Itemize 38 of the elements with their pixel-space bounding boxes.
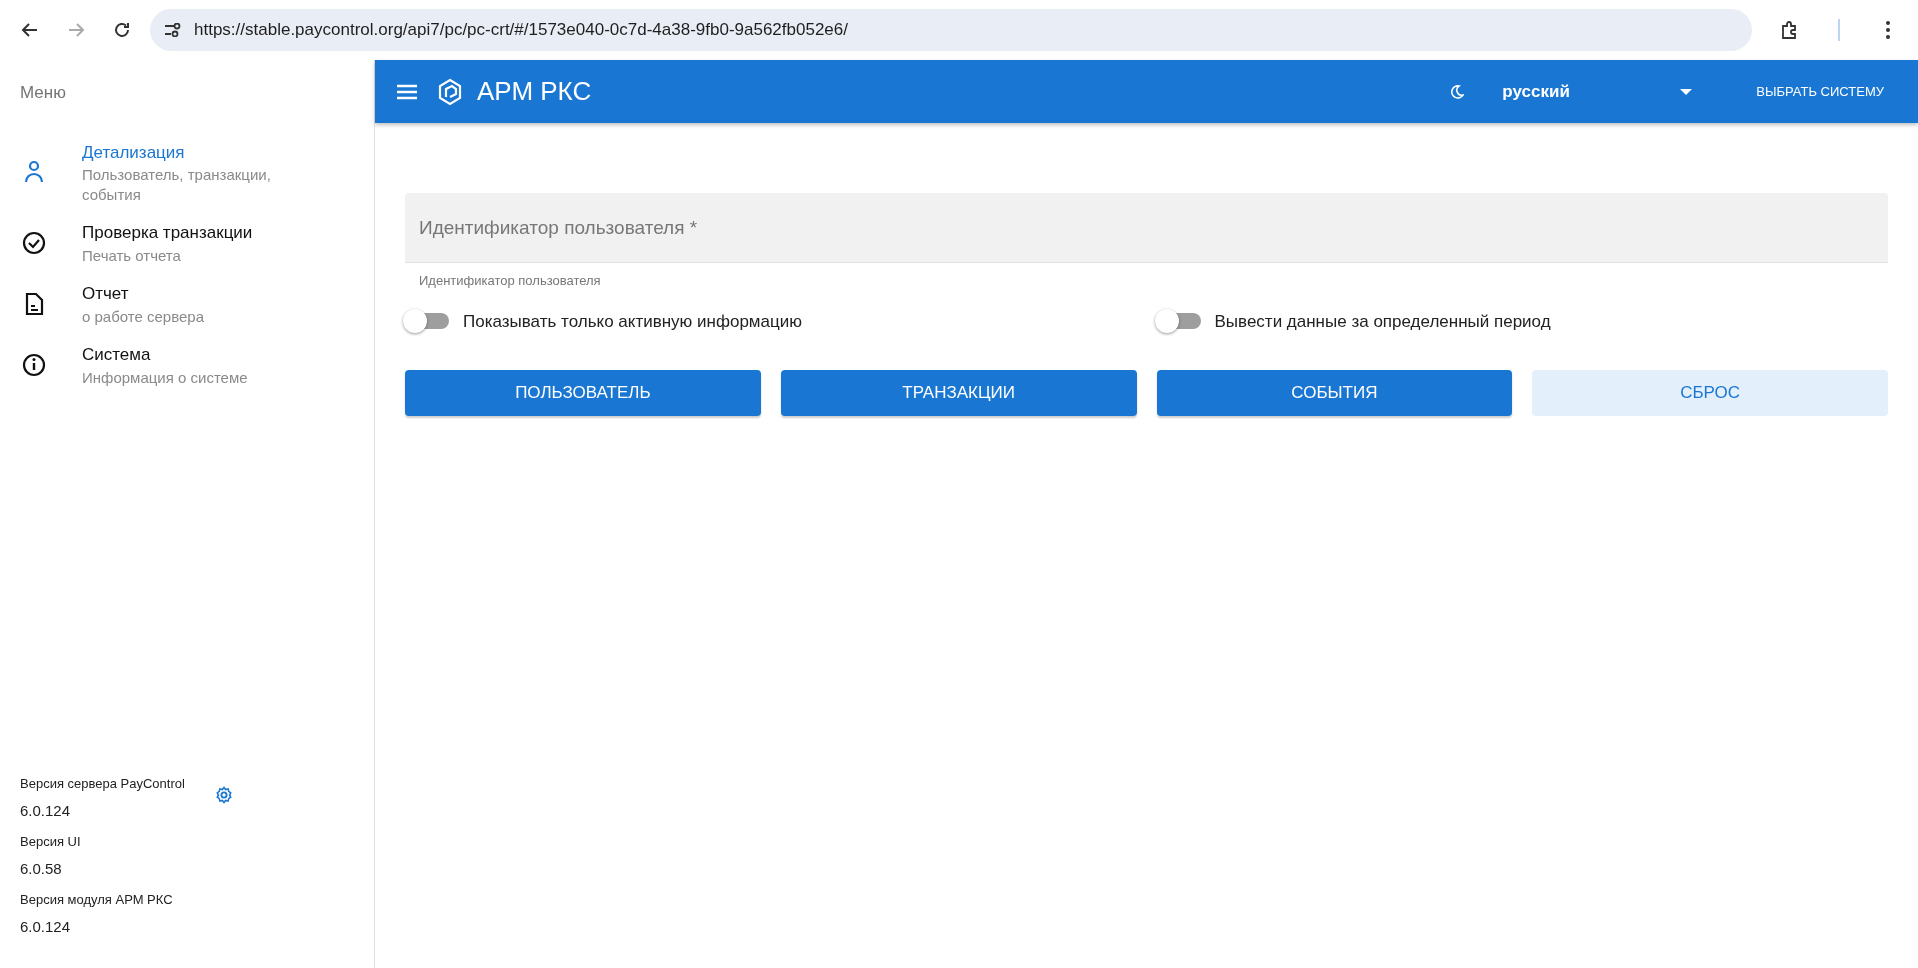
toggle-label: Вывести данные за определенный период <box>1214 310 1551 333</box>
version-value: 6.0.124 <box>20 800 72 821</box>
address-bar[interactable]: https://stable.paycontrol.org/api7/pc/pc-crt/#/1573e040-0c7d-4a38-9fb0-9a562fb052e6/ <box>150 9 1752 51</box>
caret-icon <box>1680 88 1693 95</box>
settings-icon[interactable] <box>214 786 233 804</box>
menu-item-subtitle: Печать отчета <box>82 245 182 265</box>
field-hint: Идентификатор пользователя <box>418 272 602 290</box>
action-button[interactable]: ТРАНЗАКЦИИ <box>780 370 1137 416</box>
reset-button[interactable]: СБРОС <box>1532 370 1888 416</box>
moon-icon[interactable] <box>1450 84 1465 99</box>
back-arrow-icon <box>21 21 39 39</box>
toggle-label: Показывать только активную информацию <box>463 310 802 333</box>
version-value: 6.0.124 <box>20 916 72 937</box>
reload-icon <box>113 21 131 39</box>
version-label: Версия UI <box>20 833 81 851</box>
action-button[interactable]: ПОЛЬЗОВАТЕЛЬ <box>405 370 761 416</box>
menu-item[interactable]: Детализация Пользователь, транзакции, события <box>0 131 374 212</box>
kebab-menu-icon <box>1886 21 1890 39</box>
version-label: Версия модуля АРМ РКС <box>20 891 173 909</box>
version-value: 6.0.58 <box>20 858 63 879</box>
menu-item[interactable]: Система Информация о системе <box>0 334 374 395</box>
menu-item-subtitle: Пользователь, транзакции, события <box>82 165 272 204</box>
url-text: https://stable.paycontrol.org/api7/pc/pc-crt/#/1573e040-0c7d-4a38-9fb0-9a562fb052e6/ <box>194 19 848 42</box>
site-settings-icon <box>164 23 182 37</box>
logo-icon <box>437 77 463 106</box>
menu-item-subtitle: о работе сервера <box>82 306 206 326</box>
language-select[interactable]: русский <box>1502 78 1693 105</box>
action-button[interactable]: СОБЫТИЯ <box>1156 370 1513 416</box>
forward-arrow-icon <box>67 21 85 39</box>
select-system-button[interactable]: ВЫБРАТЬ СИСТЕМУ <box>1744 73 1896 110</box>
app-title: АРМ РКС <box>477 75 592 108</box>
menu-icon[interactable] <box>397 83 417 100</box>
user-id-field[interactable]: Идентификатор пользователя * <box>405 193 1888 263</box>
menu-item[interactable]: Отчет о работе сервера <box>0 273 374 334</box>
menu-title: Меню <box>19 82 67 104</box>
menu-item[interactable]: Проверка транзакции Печать отчета <box>0 212 374 273</box>
version-label: Версия сервера PayControl <box>20 775 185 793</box>
menu-item-subtitle: Информация о системе <box>82 367 249 387</box>
